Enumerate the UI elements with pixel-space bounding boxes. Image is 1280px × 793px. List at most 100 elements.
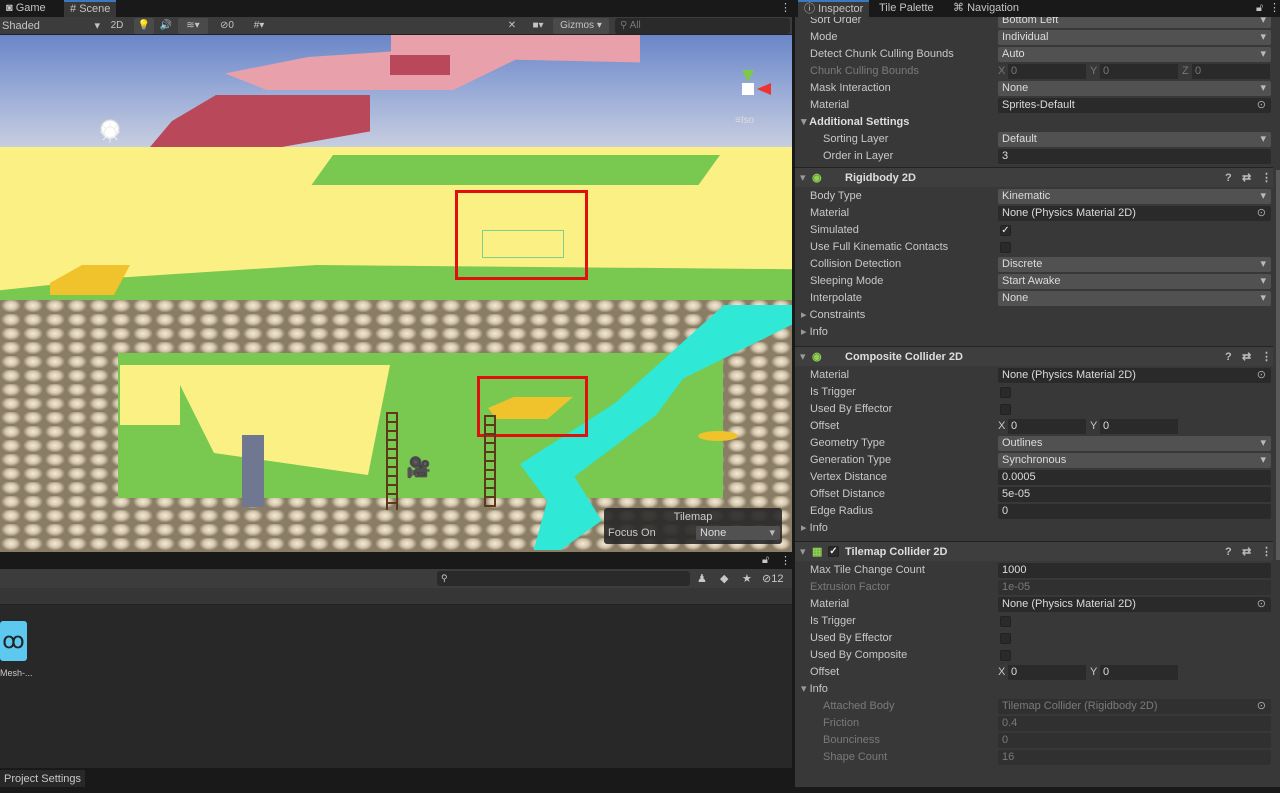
foldout-arrow-icon[interactable]: ▾: [800, 168, 806, 188]
material-object-field[interactable]: None (Physics Material 2D) ⊙: [998, 206, 1271, 221]
x-axis-cone[interactable]: [757, 83, 771, 95]
interpolate-dropdown[interactable]: None: [998, 291, 1271, 306]
asset-name[interactable]: Mesh-...: [0, 668, 33, 678]
project-window: 🔓︎ ⋮ ⚲ ♟ ◆ ★ ⊘12 ꝏ Mesh-... Project Setti…: [0, 552, 792, 793]
tab-project-settings[interactable]: Project Settings: [0, 770, 86, 788]
material-object-field[interactable]: None (Physics Material 2D) ⊙: [998, 597, 1271, 612]
orientation-gizmo[interactable]: ≡Iso: [725, 65, 775, 126]
foldout-arrow-icon[interactable]: ▾: [800, 542, 806, 562]
attached-body-object-field[interactable]: Tilemap Collider (Rigidbody 2D) ⊙: [998, 699, 1271, 714]
object-picker-icon[interactable]: ⊙: [1257, 206, 1266, 221]
used-by-effector-checkbox[interactable]: [1000, 633, 1011, 644]
focus-on-dropdown[interactable]: None: [696, 526, 780, 540]
filter-type-icon[interactable]: ♟: [697, 572, 707, 585]
tab-game[interactable]: ◙ Game: [0, 0, 52, 17]
project-search-input[interactable]: ⚲: [437, 571, 690, 586]
is-trigger-checkbox[interactable]: [1000, 616, 1011, 627]
effects-icon[interactable]: ≋▾: [178, 18, 208, 34]
tools-icon[interactable]: ✕: [503, 18, 521, 34]
help-icon[interactable]: ?: [1225, 542, 1232, 562]
property-label[interactable]: ▾ Info: [801, 681, 828, 698]
grid-snap-icon[interactable]: #▾: [243, 18, 275, 34]
hidden-packages-toggle[interactable]: ⊘12: [762, 572, 783, 585]
gizmos-dropdown[interactable]: Gizmos ▾: [553, 18, 609, 34]
lighting-icon[interactable]: 💡: [134, 18, 154, 34]
more-menu-icon[interactable]: ⋮: [774, 0, 797, 17]
foldout-arrow-icon[interactable]: ▾: [801, 683, 810, 695]
asset-thumbnail[interactable]: ꝏ: [0, 621, 27, 661]
scene-search-input[interactable]: ⚲ All: [615, 18, 790, 34]
order-in-layer-field[interactable]: 3: [998, 149, 1271, 164]
foldout-arrow-icon[interactable]: ▸: [801, 309, 810, 321]
used-by-effector-checkbox[interactable]: [1000, 404, 1011, 415]
hidden-objects-toggle[interactable]: ⊘0: [213, 18, 241, 34]
tab-scene[interactable]: # Scene: [64, 0, 117, 17]
property-label: Chunk Culling Bounds: [810, 65, 919, 77]
object-picker-icon[interactable]: ⊙: [1257, 699, 1266, 714]
property-label[interactable]: ▸ Constraints: [801, 307, 865, 324]
tab-navigation[interactable]: ⌘ Navigation: [947, 0, 1025, 17]
component-header-tilemap-collider-2d[interactable]: ▾ ▦ ✓ Tilemap Collider 2D? ⇄ ⋮: [795, 541, 1273, 561]
favorites-star-icon[interactable]: ★: [742, 572, 752, 585]
toggle-2d-button[interactable]: 2D: [108, 18, 126, 34]
edge-radius-field[interactable]: 0: [998, 504, 1271, 519]
property-label[interactable]: ▸ Info: [801, 324, 828, 341]
sleeping-mode-dropdown[interactable]: Start Awake: [998, 274, 1271, 289]
component-enabled-checkbox[interactable]: ✓: [828, 546, 839, 557]
presets-icon[interactable]: ⇄: [1242, 168, 1251, 188]
offset-x-field[interactable]: X0: [998, 419, 1086, 434]
mode-dropdown[interactable]: Individual: [998, 30, 1271, 45]
more-menu-icon[interactable]: ⋮: [1261, 347, 1272, 367]
draw-mode-dropdown[interactable]: Shaded ▾: [2, 18, 102, 34]
foldout-arrow-icon[interactable]: ▸: [801, 522, 810, 534]
filter-label-icon[interactable]: ◆: [720, 572, 728, 585]
body-type-dropdown[interactable]: Kinematic: [998, 189, 1271, 204]
more-menu-icon[interactable]: ⋮: [1263, 0, 1280, 17]
help-icon[interactable]: ?: [1225, 168, 1232, 188]
tab-tile-palette[interactable]: Tile Palette: [873, 0, 940, 17]
offset-y-field[interactable]: Y0: [1090, 665, 1178, 680]
offset-y-field[interactable]: Y0: [1090, 419, 1178, 434]
more-menu-icon[interactable]: ⋮: [1261, 542, 1272, 562]
simulated-checkbox[interactable]: ✓: [1000, 225, 1011, 236]
geometry-type-dropdown[interactable]: Outlines: [998, 436, 1271, 451]
used-by-composite-checkbox[interactable]: [1000, 650, 1011, 661]
generation-type-dropdown[interactable]: Synchronous: [998, 453, 1271, 468]
y-axis-cone[interactable]: [742, 70, 754, 82]
tab-inspector[interactable]: ⓘ Inspector: [798, 0, 870, 17]
presets-icon[interactable]: ⇄: [1242, 542, 1251, 562]
foldout-arrow-icon[interactable]: ▾: [801, 116, 809, 128]
inspector-scrollbar[interactable]: [1276, 170, 1280, 560]
material-object-field[interactable]: Sprites-Default ⊙: [998, 98, 1271, 113]
collision-detection-dropdown[interactable]: Discrete: [998, 257, 1271, 272]
more-menu-icon[interactable]: ⋮: [1261, 168, 1272, 188]
scene-viewport[interactable]: ☼ 🎥 ≡Iso: [0, 35, 792, 552]
component-header-rigidbody-2d[interactable]: ▾ ◉ Rigidbody 2D? ⇄ ⋮: [795, 167, 1273, 187]
offset-x-field[interactable]: X0: [998, 665, 1086, 680]
max-tile-change-count-field[interactable]: 1000: [998, 563, 1271, 578]
offset-distance-field[interactable]: 5e-05: [998, 487, 1271, 502]
object-picker-icon[interactable]: ⊙: [1257, 597, 1266, 612]
component-header-composite-collider-2d[interactable]: ▾ ◉ Composite Collider 2D? ⇄ ⋮: [795, 346, 1273, 366]
object-picker-icon[interactable]: ⊙: [1257, 98, 1266, 113]
property-label[interactable]: ▸ Info: [801, 520, 828, 537]
more-menu-icon[interactable]: ⋮: [780, 554, 791, 567]
lock-icon[interactable]: 🔓︎: [762, 554, 769, 567]
foldout-arrow-icon[interactable]: ▾: [800, 347, 806, 367]
presets-icon[interactable]: ⇄: [1242, 347, 1251, 367]
vertex-distance-field[interactable]: 0.0005: [998, 470, 1271, 485]
property-label[interactable]: ▾ Additional Settings: [801, 114, 909, 131]
use-full-kinematic-contacts-checkbox[interactable]: [1000, 242, 1011, 253]
mask-interaction-dropdown[interactable]: None: [998, 81, 1271, 96]
gizmo-center-cube[interactable]: [742, 83, 754, 95]
dark-cloud-tiles: [150, 95, 370, 147]
detect-chunk-culling-bounds-dropdown[interactable]: Auto: [998, 47, 1271, 62]
foldout-arrow-icon[interactable]: ▸: [801, 326, 810, 338]
object-picker-icon[interactable]: ⊙: [1257, 368, 1266, 383]
camera-icon[interactable]: ■▾: [525, 18, 551, 34]
is-trigger-checkbox[interactable]: [1000, 387, 1011, 398]
help-icon[interactable]: ?: [1225, 347, 1232, 367]
sorting-layer-dropdown[interactable]: Default: [998, 132, 1271, 147]
audio-icon[interactable]: 🔊: [156, 18, 176, 34]
material-object-field[interactable]: None (Physics Material 2D) ⊙: [998, 368, 1271, 383]
